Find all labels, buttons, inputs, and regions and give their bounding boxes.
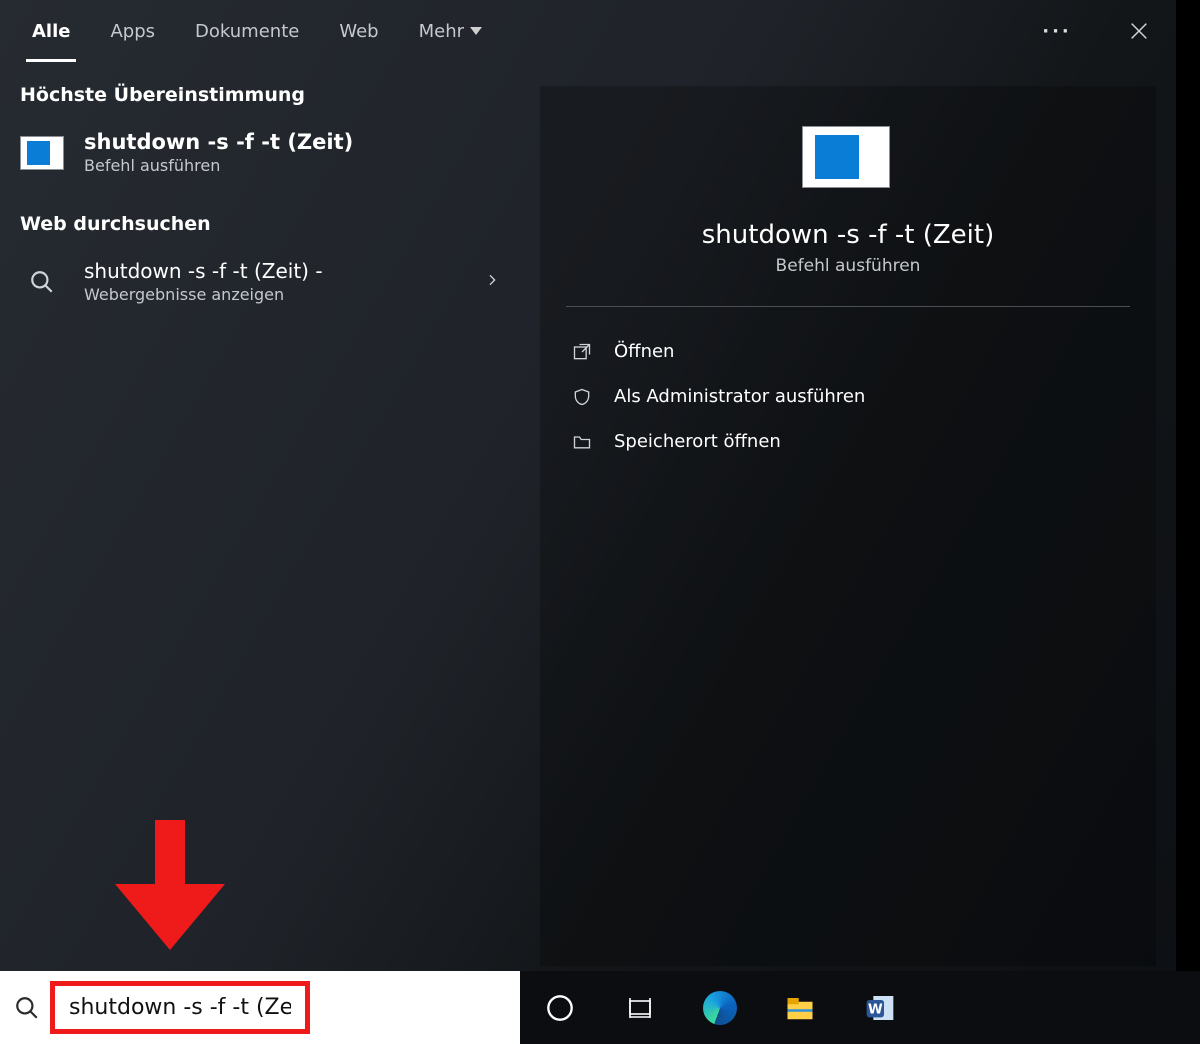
- search-input[interactable]: [67, 994, 293, 1021]
- app-window-icon: [20, 131, 64, 175]
- app-window-icon: [802, 126, 894, 192]
- best-match-subtitle: Befehl ausführen: [84, 156, 353, 175]
- taskbar: W: [520, 971, 1200, 1044]
- best-match-result[interactable]: shutdown -s -f -t (Zeit) Befehl ausführe…: [0, 120, 520, 187]
- action-location-label: Speicherort öffnen: [614, 431, 781, 452]
- divider: [566, 306, 1130, 307]
- tab-more[interactable]: Mehr: [419, 21, 482, 42]
- chevron-right-icon: [484, 272, 500, 292]
- action-open-label: Öffnen: [614, 341, 674, 362]
- detail-title: shutdown -s -f -t (Zeit): [566, 220, 1130, 250]
- close-icon: [1128, 20, 1150, 42]
- tab-web[interactable]: Web: [339, 21, 378, 42]
- shield-icon: [572, 387, 592, 407]
- detail-column: shutdown -s -f -t (Zeit) Befehl ausführe…: [520, 62, 1176, 971]
- tab-more-label: Mehr: [419, 21, 464, 42]
- tab-apps[interactable]: Apps: [110, 21, 155, 42]
- results-column: Höchste Übereinstimmung shutdown -s -f -…: [0, 62, 520, 971]
- detail-card: shutdown -s -f -t (Zeit) Befehl ausführe…: [540, 86, 1156, 966]
- detail-subtitle: Befehl ausführen: [566, 256, 1130, 276]
- task-view-icon[interactable]: [622, 990, 658, 1026]
- chevron-down-icon: [470, 27, 482, 35]
- edge-icon[interactable]: [702, 990, 738, 1026]
- close-button[interactable]: [1118, 10, 1160, 52]
- tab-documents[interactable]: Dokumente: [195, 21, 299, 42]
- search-icon: [14, 995, 40, 1021]
- taskbar-search[interactable]: [0, 971, 520, 1044]
- search-highlight-box: [50, 981, 310, 1034]
- web-search-header: Web durchsuchen: [0, 187, 520, 249]
- more-icon: ···: [1042, 21, 1072, 42]
- web-result-subtitle: Webergebnisse anzeigen: [84, 285, 323, 304]
- tab-all[interactable]: Alle: [32, 21, 70, 42]
- action-admin-label: Als Administrator ausführen: [614, 386, 865, 407]
- open-icon: [572, 342, 592, 362]
- file-explorer-icon[interactable]: [782, 990, 818, 1026]
- search-tabs: Alle Apps Dokumente Web Mehr ···: [0, 0, 1176, 62]
- svg-text:W: W: [868, 1002, 883, 1017]
- best-match-title: shutdown -s -f -t (Zeit): [84, 130, 353, 154]
- action-run-as-admin[interactable]: Als Administrator ausführen: [566, 374, 1130, 419]
- options-button[interactable]: ···: [1036, 10, 1078, 52]
- web-result[interactable]: shutdown -s -f -t (Zeit) - Webergebnisse…: [0, 249, 520, 316]
- search-icon: [20, 260, 64, 304]
- word-icon[interactable]: W: [862, 990, 898, 1026]
- folder-icon: [572, 432, 592, 452]
- cortana-icon[interactable]: [542, 990, 578, 1026]
- best-match-header: Höchste Übereinstimmung: [0, 84, 520, 120]
- web-result-title: shutdown -s -f -t (Zeit) -: [84, 259, 323, 283]
- action-open[interactable]: Öffnen: [566, 329, 1130, 374]
- action-open-location[interactable]: Speicherort öffnen: [566, 419, 1130, 464]
- search-flyout: Alle Apps Dokumente Web Mehr ··· Höchste…: [0, 0, 1176, 971]
